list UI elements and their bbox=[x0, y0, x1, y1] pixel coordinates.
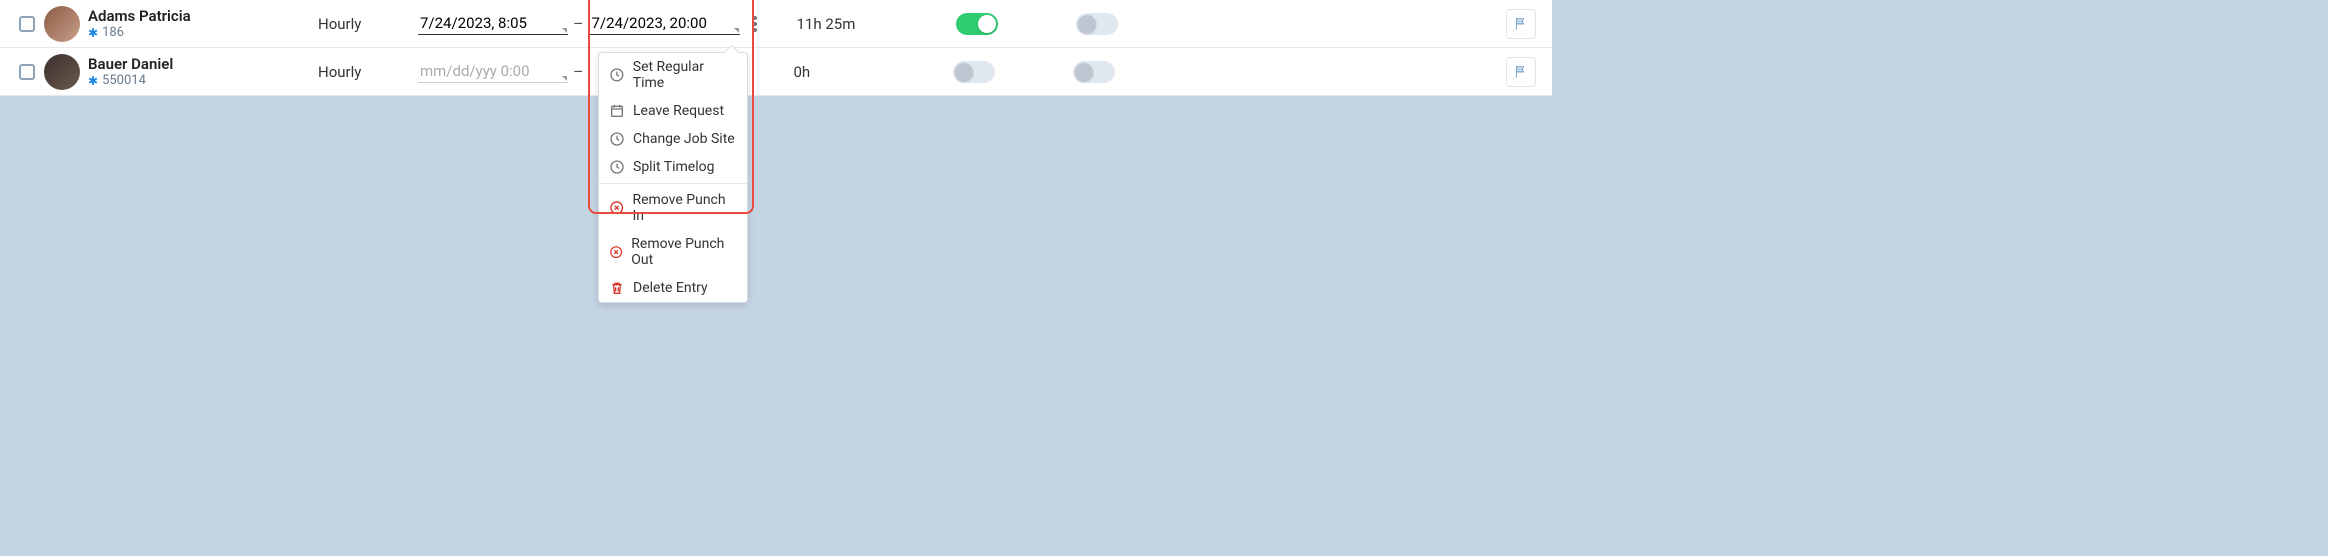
avatar bbox=[44, 54, 80, 90]
trash-icon bbox=[609, 280, 625, 296]
clock-icon bbox=[609, 67, 625, 83]
menu-label: Split Timelog bbox=[633, 159, 714, 175]
dash: – bbox=[573, 62, 584, 81]
employee-id: 186 bbox=[102, 25, 124, 40]
flag-icon bbox=[1513, 64, 1529, 80]
toggle-2[interactable] bbox=[1073, 61, 1115, 83]
pay-type: Hourly bbox=[318, 63, 418, 81]
punch-in-input[interactable]: 7/24/2023, 8:05 bbox=[418, 12, 568, 35]
menu-label: Remove Punch In bbox=[632, 192, 737, 224]
menu-set-regular-time[interactable]: Set Regular Time bbox=[599, 53, 747, 97]
menu-remove-punch-out[interactable]: Remove Punch Out bbox=[599, 230, 747, 274]
timesheet-row: Adams Patricia ✱ 186 Hourly 7/24/2023, 8… bbox=[0, 0, 1552, 48]
punch-out-input[interactable]: 7/24/2023, 20:00 bbox=[590, 12, 740, 35]
toggle-1[interactable] bbox=[953, 61, 995, 83]
remove-icon bbox=[609, 244, 623, 260]
row-actions-menu: Set Regular Time Leave Request Change Jo… bbox=[598, 52, 748, 303]
punch-in-input[interactable]: mm/dd/yyy 0:00 bbox=[418, 60, 568, 83]
total-hours: 11h 25m bbox=[797, 15, 917, 33]
menu-label: Leave Request bbox=[633, 103, 724, 119]
avatar bbox=[44, 6, 80, 42]
employee-id: 550014 bbox=[102, 73, 146, 88]
select-row-checkbox[interactable] bbox=[19, 64, 35, 80]
menu-separator bbox=[599, 183, 747, 184]
remove-icon bbox=[609, 200, 624, 216]
flag-icon bbox=[1513, 16, 1529, 32]
menu-label: Delete Entry bbox=[633, 280, 708, 296]
clock-icon bbox=[609, 131, 625, 147]
menu-label: Set Regular Time bbox=[633, 59, 737, 91]
timesheet-row: Bauer Daniel ✱ 550014 Hourly mm/dd/yyy 0… bbox=[0, 48, 1552, 96]
flag-button[interactable] bbox=[1506, 57, 1536, 87]
menu-remove-punch-in[interactable]: Remove Punch In bbox=[599, 186, 747, 230]
menu-label: Remove Punch Out bbox=[631, 236, 737, 268]
clock-icon bbox=[609, 159, 625, 175]
menu-delete-entry[interactable]: Delete Entry bbox=[599, 274, 747, 302]
select-row-checkbox[interactable] bbox=[19, 16, 35, 32]
pay-type: Hourly bbox=[318, 15, 418, 33]
star-icon: ✱ bbox=[88, 74, 98, 88]
star-icon: ✱ bbox=[88, 26, 98, 40]
menu-leave-request[interactable]: Leave Request bbox=[599, 97, 747, 125]
menu-change-job-site[interactable]: Change Job Site bbox=[599, 125, 747, 153]
toggle-2[interactable] bbox=[1076, 13, 1118, 35]
row-actions-kebab[interactable] bbox=[743, 16, 767, 32]
employee-name: Bauer Daniel bbox=[88, 55, 318, 73]
employee-name: Adams Patricia bbox=[88, 7, 318, 25]
menu-label: Change Job Site bbox=[633, 131, 735, 147]
dash: – bbox=[573, 14, 584, 33]
toggle-1[interactable] bbox=[956, 13, 998, 35]
calendar-icon bbox=[609, 103, 625, 119]
flag-button[interactable] bbox=[1506, 9, 1536, 39]
total-hours: 0h bbox=[794, 63, 914, 81]
menu-split-timelog[interactable]: Split Timelog bbox=[599, 153, 747, 181]
